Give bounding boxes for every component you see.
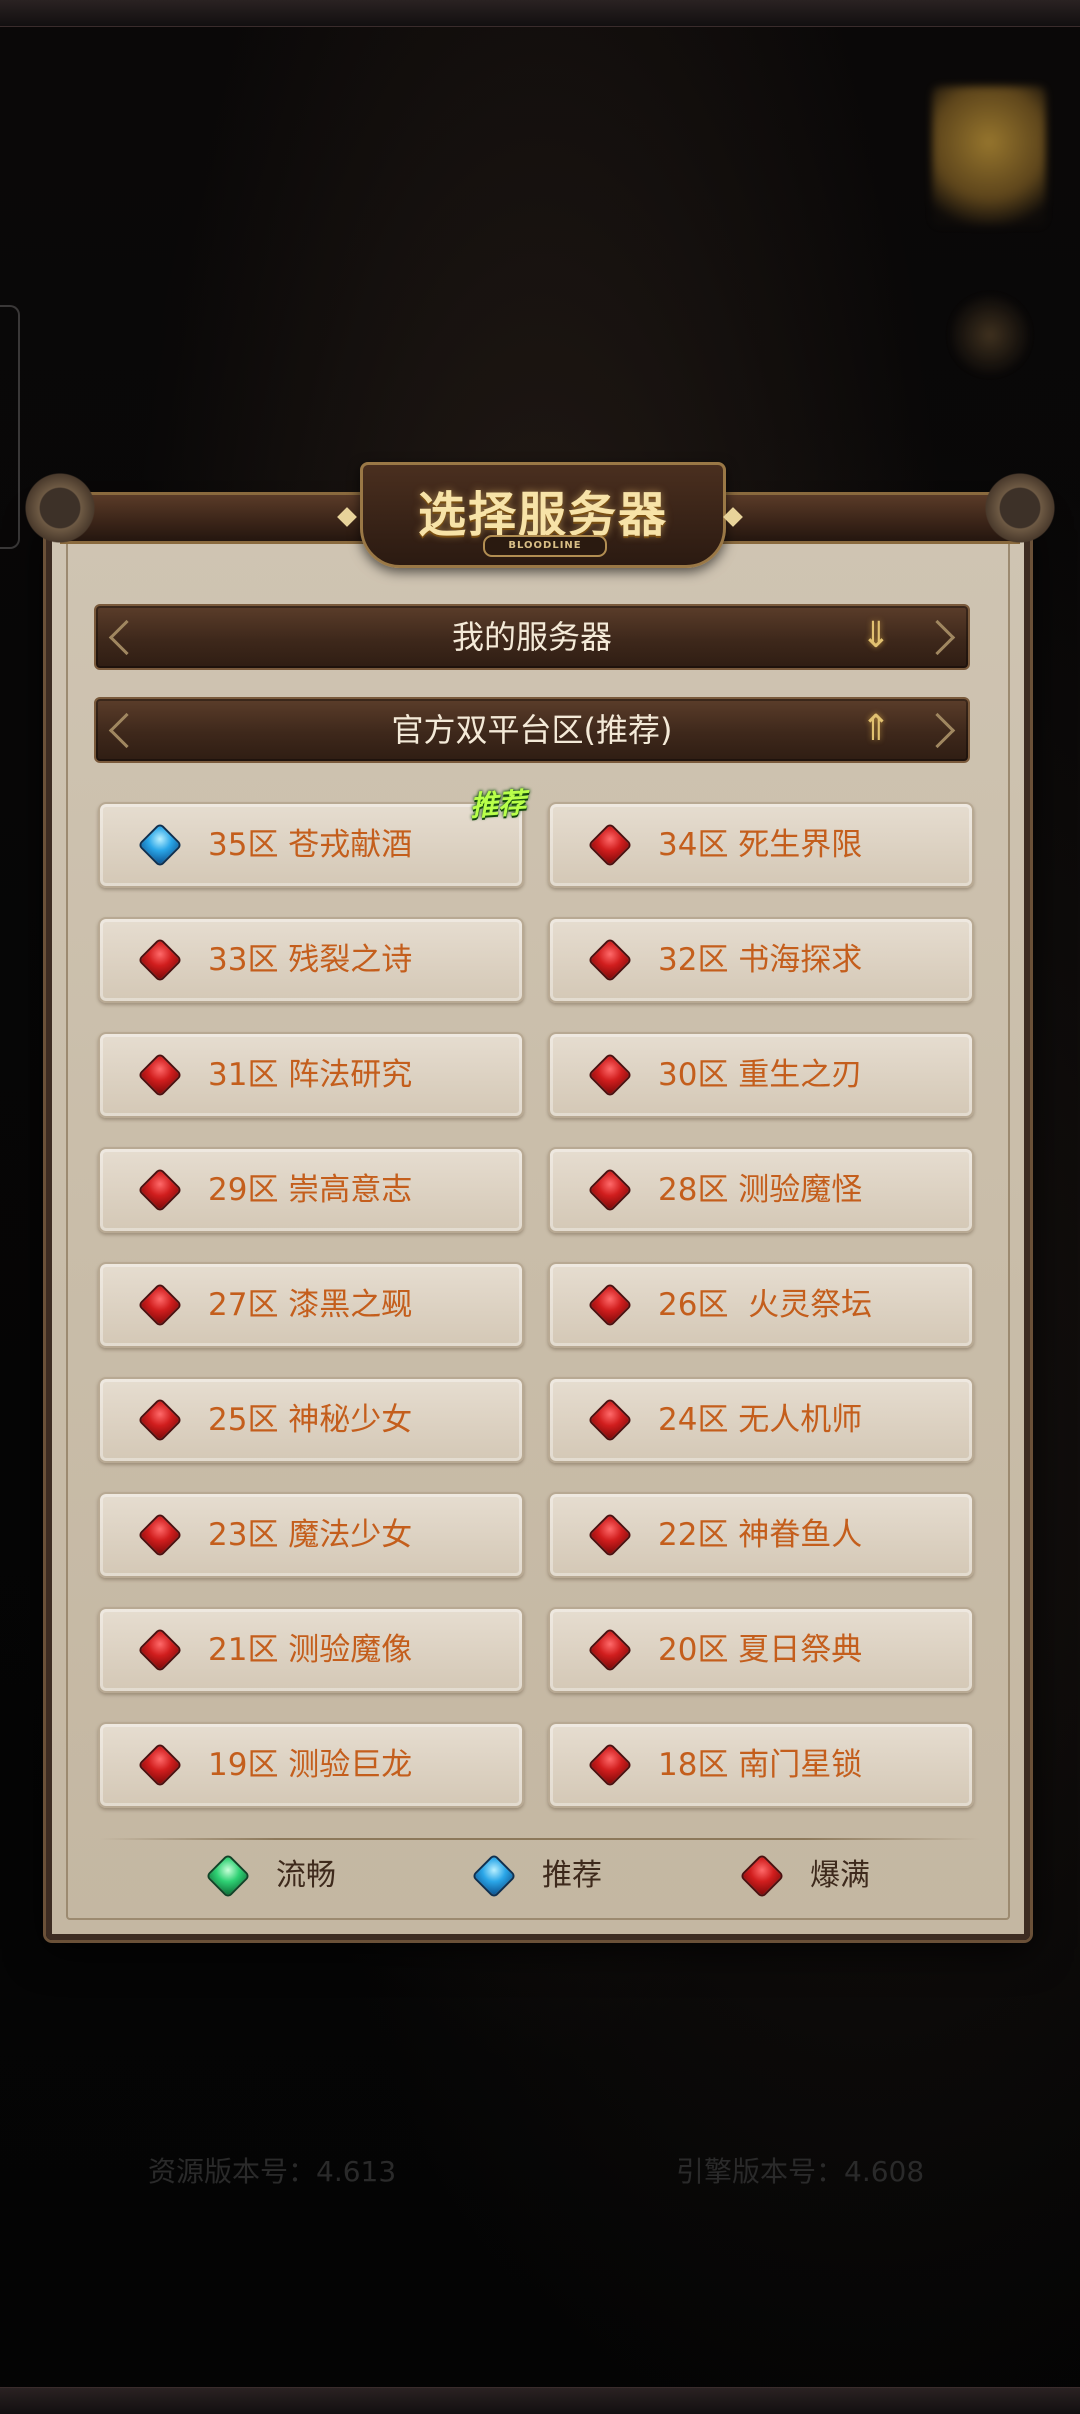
resource-version: 资源版本号：4.613 bbox=[148, 2155, 397, 2188]
my-servers-header[interactable]: 我的服务器 ⇓ bbox=[94, 604, 970, 670]
red-gem-icon bbox=[590, 1400, 630, 1440]
server-button[interactable]: 20区 夏日祭典 bbox=[548, 1607, 974, 1693]
server-button[interactable]: 35区 苍戎献酒 bbox=[98, 802, 524, 888]
chevron-up-icon: ⇑ bbox=[860, 708, 892, 749]
server-label: 35区 苍戎献酒 bbox=[208, 827, 413, 863]
legend-divider bbox=[100, 1838, 980, 1840]
server-button[interactable]: 33区 残裂之诗 bbox=[98, 917, 524, 1003]
legend-label: 推荐 bbox=[542, 1858, 602, 1893]
server-button[interactable]: 31区 阵法研究 bbox=[98, 1032, 524, 1118]
blurred-menu-icon bbox=[950, 290, 1030, 380]
red-gem-icon bbox=[140, 940, 180, 980]
server-button[interactable]: 27区 漆黑之觋 bbox=[98, 1262, 524, 1348]
server-button[interactable]: 34区 死生界限 bbox=[548, 802, 974, 888]
server-label: 27区 漆黑之觋 bbox=[208, 1287, 413, 1323]
server-label: 19区 测验巨龙 bbox=[208, 1747, 413, 1783]
server-button[interactable]: 32区 书海探求 bbox=[548, 917, 974, 1003]
game-screen: 选择服务器 BLOODLINE 我的服务器 ⇓ 官方双平台区(推荐) ⇑ 35区… bbox=[0, 0, 1080, 2414]
red-gem-icon bbox=[590, 825, 630, 865]
server-button[interactable]: 28区 测验魔怪 bbox=[548, 1147, 974, 1233]
red-gem-icon bbox=[590, 940, 630, 980]
recommend-tag: 推荐 bbox=[468, 786, 528, 823]
server-button[interactable]: 18区 南门星锁 bbox=[548, 1722, 974, 1808]
top-frame bbox=[0, 0, 1080, 27]
red-gem-icon bbox=[590, 1055, 630, 1095]
server-label: 20区 夏日祭典 bbox=[658, 1632, 863, 1668]
red-gem-icon bbox=[140, 1515, 180, 1555]
side-handle bbox=[0, 305, 20, 549]
server-label: 22区 神眷鱼人 bbox=[658, 1517, 863, 1553]
red-gem-icon bbox=[140, 1055, 180, 1095]
server-label: 21区 测验魔像 bbox=[208, 1632, 413, 1668]
server-label: 25区 神秘少女 bbox=[208, 1402, 413, 1438]
red-gem-icon bbox=[140, 1285, 180, 1325]
server-button[interactable]: 22区 神眷鱼人 bbox=[548, 1492, 974, 1578]
server-button[interactable]: 21区 测验魔像 bbox=[98, 1607, 524, 1693]
server-button[interactable]: 24区 无人机师 bbox=[548, 1377, 974, 1463]
bottom-frame bbox=[0, 2387, 1080, 2414]
red-gem-icon bbox=[140, 1745, 180, 1785]
server-label: 32区 书海探求 bbox=[658, 942, 863, 978]
server-label: 29区 崇高意志 bbox=[208, 1172, 413, 1208]
server-button[interactable]: 30区 重生之刃 bbox=[548, 1032, 974, 1118]
ornament-icon bbox=[108, 619, 145, 656]
server-button[interactable]: 29区 崇高意志 bbox=[98, 1147, 524, 1233]
server-label: 30区 重生之刃 bbox=[658, 1057, 863, 1093]
engine-version: 引擎版本号：4.608 bbox=[676, 2155, 925, 2188]
official-servers-label: 官方双平台区(推荐) bbox=[391, 711, 673, 749]
server-button[interactable]: 23区 魔法少女 bbox=[98, 1492, 524, 1578]
red-gem-icon bbox=[140, 1170, 180, 1210]
red-gem-icon bbox=[590, 1170, 630, 1210]
title-subtitle: BLOODLINE bbox=[483, 535, 607, 557]
ornament-icon bbox=[919, 619, 956, 656]
red-gem-icon bbox=[590, 1630, 630, 1670]
official-servers-header[interactable]: 官方双平台区(推荐) ⇑ bbox=[94, 697, 970, 763]
my-servers-label: 我的服务器 bbox=[451, 618, 612, 656]
blue-gem-icon bbox=[140, 825, 180, 865]
blurred-event-badge bbox=[932, 86, 1046, 226]
server-label: 33区 残裂之诗 bbox=[208, 942, 413, 978]
red-gem-icon bbox=[590, 1745, 630, 1785]
legend-label: 爆满 bbox=[810, 1858, 870, 1893]
legend-label: 流畅 bbox=[276, 1858, 336, 1893]
server-label: 28区 测验魔怪 bbox=[658, 1172, 863, 1208]
server-label: 26区 火灵祭坛 bbox=[658, 1287, 873, 1323]
server-label: 24区 无人机师 bbox=[658, 1402, 863, 1438]
gear-icon bbox=[20, 468, 100, 548]
red-gem-icon bbox=[140, 1630, 180, 1670]
ornament-icon bbox=[919, 712, 956, 749]
server-button[interactable]: 19区 测验巨龙 bbox=[98, 1722, 524, 1808]
title-banner: 选择服务器 BLOODLINE bbox=[20, 462, 1060, 572]
server-label: 18区 南门星锁 bbox=[658, 1747, 863, 1783]
server-button[interactable]: 25区 神秘少女 bbox=[98, 1377, 524, 1463]
server-button[interactable]: 26区 火灵祭坛 bbox=[548, 1262, 974, 1348]
gear-icon bbox=[980, 468, 1060, 548]
server-label: 34区 死生界限 bbox=[658, 827, 863, 863]
red-gem-icon bbox=[140, 1400, 180, 1440]
red-gem-icon bbox=[590, 1515, 630, 1555]
server-label: 31区 阵法研究 bbox=[208, 1057, 413, 1093]
title-plate: 选择服务器 BLOODLINE bbox=[360, 462, 726, 568]
server-label: 23区 魔法少女 bbox=[208, 1517, 413, 1553]
red-gem-icon bbox=[590, 1285, 630, 1325]
chevron-down-icon: ⇓ bbox=[860, 615, 892, 656]
ornament-icon bbox=[108, 712, 145, 749]
